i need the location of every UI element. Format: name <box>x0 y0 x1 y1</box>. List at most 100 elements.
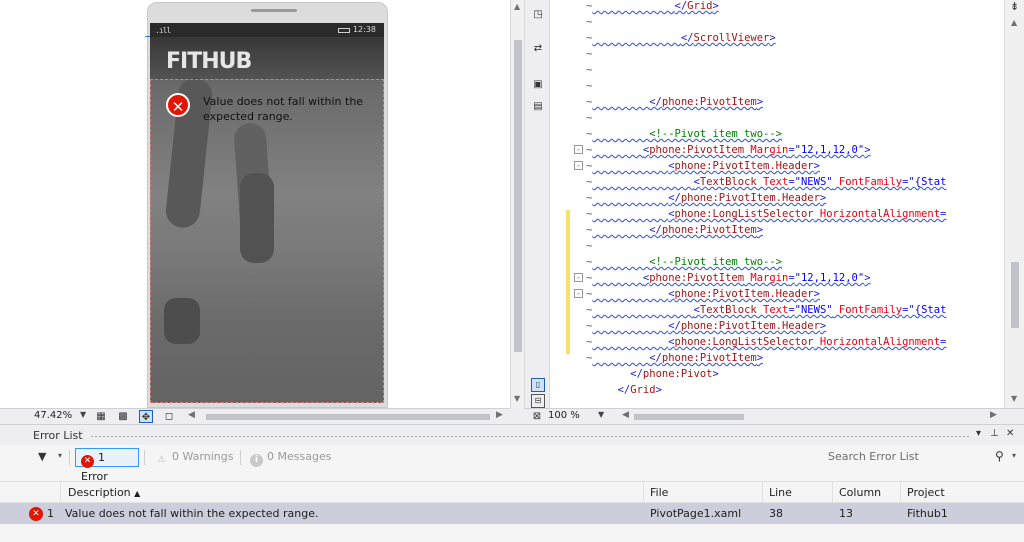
code-line[interactable]: - ~ <phone:PivotItem Margin="12,1,12,0"> <box>550 142 1004 158</box>
scroll-left-icon[interactable]: ◀ <box>622 410 629 420</box>
drag-grip[interactable] <box>90 435 970 438</box>
code-line[interactable]: ~ <box>550 78 1004 94</box>
scroll-right-icon[interactable]: ▶ <box>990 410 997 420</box>
code-line[interactable] <box>550 398 1004 408</box>
code-line[interactable]: ~ <phone:LongListSelector HorizontalAlig… <box>550 334 1004 350</box>
scroll-thumb[interactable] <box>206 414 490 420</box>
chevron-down-icon[interactable]: ▾ <box>58 451 62 460</box>
collapse-icon[interactable]: - <box>574 289 583 298</box>
search-error-list-input[interactable]: Search Error List <box>821 447 1021 467</box>
code-line[interactable]: ~ </phone:PivotItem> <box>550 350 1004 366</box>
code-line[interactable]: ~ </phone:PivotItem.Header> <box>550 318 1004 334</box>
vertical-split-icon[interactable]: ▯ <box>531 378 545 392</box>
messages-filter-button[interactable]: i 0 Messages <box>245 448 336 467</box>
designer-vertical-scrollbar[interactable]: ▲ ▼ <box>510 0 524 408</box>
code-text: ~ </phone:PivotItem> <box>586 352 764 364</box>
close-icon[interactable]: ✕ <box>1006 428 1014 439</box>
scroll-down-icon[interactable]: ▼ <box>514 394 520 403</box>
toolbar-separator <box>240 450 241 465</box>
editor-zoom-level[interactable]: 100 % <box>548 410 580 421</box>
code-line[interactable]: ~ </ScrollViewer> <box>550 30 1004 46</box>
column-divider[interactable] <box>832 482 833 504</box>
annotation-icon[interactable]: ◻ <box>162 410 176 423</box>
code-line[interactable]: </Grid> <box>550 382 1004 398</box>
swap-panes-icon[interactable]: ⇄ <box>531 42 545 56</box>
code-line[interactable]: - ~ <phone:PivotItem.Header> <box>550 286 1004 302</box>
design-view-icon[interactable]: ▣ <box>531 78 545 92</box>
code-lines: ~ </Grid> ~ ~ </ScrollViewer> ~ ~ ~ ~ </phone:… <box>550 0 1004 408</box>
code-line[interactable]: ~ <TextBlock Text="NEWS" FontFamily="{St… <box>550 302 1004 318</box>
code-text: ~ <box>586 80 593 92</box>
collapse-icon[interactable]: - <box>574 145 583 154</box>
code-line[interactable]: ~ <!--Pivot item two--> <box>550 254 1004 270</box>
column-header-column[interactable]: Column <box>839 486 881 499</box>
editor-vertical-scrollbar[interactable]: ⇟ ▲ ▼ <box>1004 0 1024 408</box>
code-text: ~ <phone:PivotItem.Header> <box>586 160 820 172</box>
code-line[interactable]: ~ <box>550 46 1004 62</box>
snap-lines-icon[interactable]: ✥ <box>139 410 153 423</box>
chevron-down-icon[interactable]: ▼ <box>598 410 604 419</box>
xaml-code-editor[interactable]: ~ </Grid> ~ ~ </ScrollViewer> ~ ~ ~ ~ </phone:… <box>550 0 1004 408</box>
code-text: </Grid> <box>617 384 662 396</box>
collapse-icon[interactable]: - <box>574 273 583 282</box>
chevron-down-icon[interactable]: ▾ <box>1012 451 1016 460</box>
code-line[interactable]: - ~ <phone:PivotItem.Header> <box>550 158 1004 174</box>
column-divider[interactable] <box>762 482 763 504</box>
scroll-thumb[interactable] <box>634 414 744 420</box>
code-line[interactable]: ~ </phone:PivotItem.Header> <box>550 190 1004 206</box>
code-line[interactable]: ~ </phone:PivotItem> <box>550 94 1004 110</box>
scroll-right-icon[interactable]: ▶ <box>496 410 503 420</box>
search-icon[interactable]: ⚲ <box>995 449 1004 463</box>
code-line[interactable]: ~ </Grid> <box>550 0 1004 14</box>
xaml-designer[interactable]: .ıll 12:38 FITHUB ✕ Value does not fall … <box>0 0 510 408</box>
column-divider[interactable] <box>900 482 901 504</box>
scroll-up-icon[interactable]: ▲ <box>1011 18 1017 27</box>
error-list-title-bar[interactable]: Error List ▾ ⊥ ✕ <box>0 425 1024 445</box>
collapse-icon[interactable]: - <box>574 161 583 170</box>
code-line[interactable]: - ~ <phone:PivotItem Margin="12,1,12,0"> <box>550 270 1004 286</box>
chevron-down-icon[interactable]: ▼ <box>80 410 86 419</box>
scroll-down-icon[interactable]: ▼ <box>1011 394 1017 403</box>
scroll-left-icon[interactable]: ◀ <box>188 410 195 420</box>
code-line[interactable]: ~ <box>550 110 1004 126</box>
dropdown-icon[interactable]: ▾ <box>976 428 981 439</box>
toolbar-separator <box>69 450 70 465</box>
phone-screen[interactable]: .ıll 12:38 FITHUB ✕ Value does not fall … <box>150 23 384 403</box>
code-line[interactable]: ~ <!--Pivot item two--> <box>550 126 1004 142</box>
code-text: ~ <phone:LongListSelector HorizontalAlig… <box>586 208 947 220</box>
code-line[interactable]: ~ <box>550 14 1004 30</box>
designer-horizontal-scrollbar[interactable]: ◀ ▶ <box>186 410 506 422</box>
scroll-up-icon[interactable]: ▲ <box>514 2 520 11</box>
scroll-thumb[interactable] <box>1011 262 1019 328</box>
code-line[interactable]: ~ <phone:LongListSelector HorizontalAlig… <box>550 206 1004 222</box>
warnings-filter-button[interactable]: ⚠ 0 Warnings <box>150 448 238 467</box>
horizontal-split-icon[interactable]: ⊟ <box>531 394 545 408</box>
column-header-description[interactable]: Description ▲ <box>68 486 140 499</box>
snap-grid-icon[interactable]: ▩ <box>116 410 130 423</box>
designer-zoom-level[interactable]: 47.42% <box>34 410 72 421</box>
column-header-line[interactable]: Line <box>769 486 792 499</box>
code-text: ~ </phone:PivotItem> <box>586 224 764 236</box>
code-line[interactable]: ~ <box>550 62 1004 78</box>
row-line: 38 <box>769 507 783 520</box>
code-line[interactable]: </phone:Pivot> <box>550 366 1004 382</box>
column-header-file[interactable]: File <box>650 486 668 499</box>
expand-pane-icon[interactable]: ◳ <box>531 8 545 22</box>
editor-horizontal-scrollbar[interactable]: ◀ ▶ <box>620 410 1000 422</box>
code-line[interactable]: ~ <box>550 238 1004 254</box>
split-editor-icon[interactable]: ⇟ <box>1010 0 1019 13</box>
toolbar-separator <box>144 450 145 465</box>
errors-filter-button[interactable]: ✕ 1 Error <box>75 448 139 483</box>
xaml-view-icon[interactable]: ▤ <box>531 100 545 114</box>
code-line[interactable]: ~ </phone:PivotItem> <box>550 222 1004 238</box>
scroll-thumb[interactable] <box>514 40 522 352</box>
table-row[interactable]: ✕ 1 Value does not fall within the expec… <box>0 503 1024 524</box>
filter-icon[interactable]: ▼ <box>38 450 46 463</box>
column-header-project[interactable]: Project <box>907 486 945 499</box>
code-line[interactable]: ~ <TextBlock Text="NEWS" FontFamily="{St… <box>550 174 1004 190</box>
grid-icon[interactable]: ▦ <box>94 410 108 423</box>
code-text: ~ <!--Pivot item two--> <box>586 256 782 268</box>
expand-icon[interactable]: ⊠ <box>530 410 544 423</box>
pin-icon[interactable]: ⊥ <box>990 428 999 439</box>
column-divider[interactable] <box>643 482 644 504</box>
